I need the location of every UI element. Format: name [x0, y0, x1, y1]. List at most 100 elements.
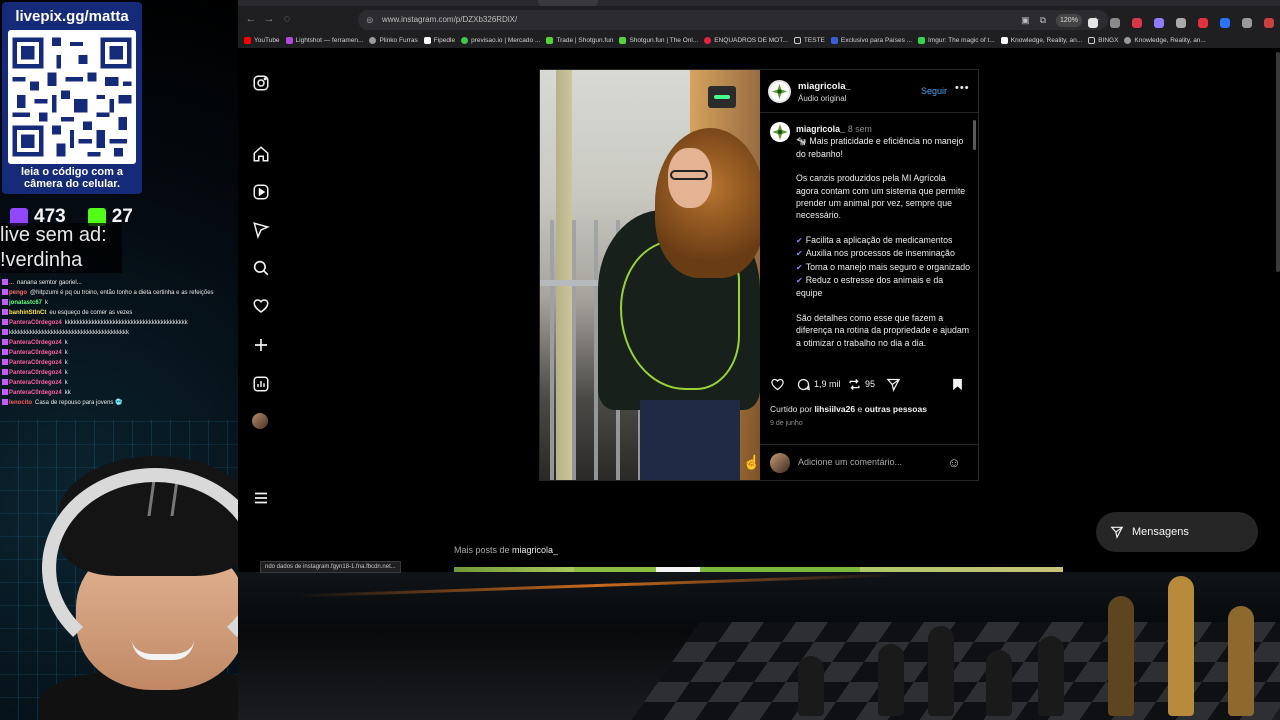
bookmark-plinko[interactable]: Plinko Furras [369, 33, 418, 47]
page-scrollbar[interactable] [1276, 52, 1280, 272]
post-video[interactable]: ☝ [540, 70, 760, 480]
site-icon [423, 36, 431, 44]
address-bar[interactable]: ⊜ www.instagram.com/p/DZXb326RDlX/ ▣ ⧉ 1… [358, 10, 1108, 30]
forward-icon[interactable]: → [262, 12, 276, 26]
video-person [655, 128, 760, 278]
bookmark-exclusivo[interactable]: Exclusivo para Países ... [830, 33, 912, 47]
folder-icon [793, 36, 801, 44]
caption-check-item: ✔ Auxilia nos processos de inseminação [796, 248, 955, 259]
extension-icon[interactable] [1154, 18, 1164, 28]
chess-piece [1108, 596, 1134, 716]
chat-badge-icon [2, 359, 8, 366]
emoji-icon[interactable]: ☺ [946, 455, 962, 471]
extension-icon[interactable]: ⧉ [1040, 13, 1046, 27]
comment-button[interactable]: 1,9 mil [796, 376, 841, 392]
explore-icon[interactable] [252, 221, 270, 239]
share-icon [886, 378, 901, 392]
loading-icon[interactable]: ◌ [280, 12, 294, 26]
caption-username[interactable]: miagricola_ [796, 124, 845, 134]
extension-icon[interactable] [1132, 18, 1142, 28]
profile-avatar[interactable] [252, 413, 270, 431]
caption-scrollbar[interactable] [973, 120, 976, 150]
bookmark-teste[interactable]: TESTE [793, 33, 825, 47]
url-text[interactable]: www.instagram.com/p/DZXb326RDlX/ [382, 14, 517, 26]
screenshot-icon[interactable]: ▣ [1021, 13, 1030, 27]
extension-icon[interactable] [1198, 18, 1208, 28]
extension-icon[interactable] [1220, 18, 1230, 28]
checkmark-icon: ✔ [796, 235, 803, 245]
extension-icon[interactable] [1242, 18, 1252, 28]
extension-icon[interactable] [1110, 18, 1120, 28]
extension-icon[interactable] [1264, 18, 1274, 28]
home-icon[interactable] [252, 145, 270, 163]
chat-badge-icon [2, 399, 8, 406]
post-date[interactable]: 9 de junho [770, 420, 803, 427]
bookmark-youtube[interactable]: YouTube [244, 33, 280, 47]
bookmark-shotgun[interactable]: Shotgun.fun | The Onl... [619, 33, 698, 47]
chat-text: kkkkkkkkkkkkkkkkkkkkkkkkkkkkkkkkkkkkkkkk [9, 330, 129, 336]
menu-icon[interactable] [252, 489, 270, 507]
chat-text: k [45, 300, 49, 306]
bookmark-knowledge-2[interactable]: Knowledge, Reality, an... [1124, 33, 1206, 47]
bookmark-fipedle[interactable]: Fipedle [423, 33, 455, 47]
caption-intro: 🐄 Mais praticidade e eficiência no manej… [796, 136, 964, 159]
site-info-icon[interactable]: ⊜ [366, 14, 376, 26]
dashboard-icon[interactable] [252, 375, 270, 393]
active-tab[interactable] [538, 0, 598, 6]
create-icon[interactable] [252, 336, 270, 354]
comment-icon [797, 378, 810, 390]
avatar [770, 453, 790, 473]
instagram-page: ☝ miagricola_ Áudio original Seguir ••• [238, 48, 1280, 573]
follow-button[interactable]: Seguir [921, 86, 947, 96]
extension-icon[interactable] [1176, 18, 1186, 28]
more-options-icon[interactable]: ••• [955, 82, 970, 94]
chat-username: PanteraC0rdegoz4 [9, 360, 62, 366]
site-icon [830, 36, 838, 44]
chat-message: PanteraC0rdegoz4 kkkkkkkkkkkkkkkkkkkkkkkk… [2, 318, 236, 328]
caption-time: 8 sem [847, 124, 872, 134]
instagram-icon[interactable] [252, 74, 270, 92]
extensions-row [1088, 18, 1280, 28]
bookmark-knowledge-1[interactable]: Knowledge, Reality, an... [1000, 33, 1082, 47]
bookmark-shotgun-trade[interactable]: Trade | Shotgun.fun [546, 33, 613, 47]
chess-piece [928, 626, 954, 716]
back-icon[interactable]: ← [244, 12, 258, 26]
adfree-banner: live sem ad: !verdinha [0, 223, 122, 273]
chat-username: PanteraC0rdegoz4 [9, 350, 62, 356]
author-username[interactable]: miagricola_ [798, 81, 851, 92]
comment-input[interactable]: Adicione um comentário... [798, 457, 902, 467]
heart-icon[interactable] [252, 297, 270, 315]
checkmark-icon: ✔ [796, 276, 803, 286]
audio-label[interactable]: Áudio original [798, 94, 846, 103]
chat-username: PanteraC0rdegoz4 [9, 340, 62, 346]
site-icon [546, 36, 554, 44]
author-avatar[interactable] [768, 80, 791, 103]
chat-message: ... nanana semtor gaoriel... [2, 278, 236, 288]
liked-by-text[interactable]: Curtido por lihsiilva26 e outras pessoas [770, 404, 927, 414]
zoom-badge[interactable]: 120% [1056, 13, 1082, 27]
save-button[interactable] [950, 376, 965, 392]
more-posts-user[interactable]: miagricola_ [512, 545, 558, 555]
extension-icon[interactable] [1088, 18, 1098, 28]
like-button[interactable] [770, 376, 785, 392]
checkmark-icon: ✔ [796, 262, 803, 272]
bookmark-lightshot[interactable]: Lightshot — ferramen... [285, 33, 363, 47]
chat-message: lenocito Casa de repouso para jovens 🥶 [2, 398, 236, 408]
share-button[interactable] [886, 376, 901, 392]
chat-username: PanteraC0rdegoz4 [9, 320, 62, 326]
stream-screen: ← → ◌ ⊜ www.instagram.com/p/DZXb326RDlX/… [0, 0, 1280, 720]
messages-label: Mensagens [1132, 526, 1189, 538]
chat-badge-icon [2, 339, 8, 346]
bookmark-previsao[interactable]: previsao.io | Mercado ... [461, 33, 540, 47]
bookmark-enquadros[interactable]: ENQUADROS DE MOT... [704, 33, 788, 47]
caption-area[interactable]: miagricola_ 8 sem 🐄 Mais praticidade e ef… [760, 114, 978, 370]
search-icon[interactable] [252, 259, 270, 277]
bookmark-bingx[interactable]: BINGX [1088, 33, 1118, 47]
caption-avatar[interactable] [770, 122, 790, 142]
reels-icon[interactable] [252, 183, 270, 201]
repost-button[interactable]: 95 [847, 376, 875, 392]
messages-button[interactable]: Mensagens [1096, 512, 1258, 552]
bookmark-imgur[interactable]: Imgur: The magic of t... [918, 33, 995, 47]
liked-by-user[interactable]: lihsiilva26 [814, 404, 855, 414]
liked-by-others[interactable]: outras pessoas [865, 404, 927, 414]
